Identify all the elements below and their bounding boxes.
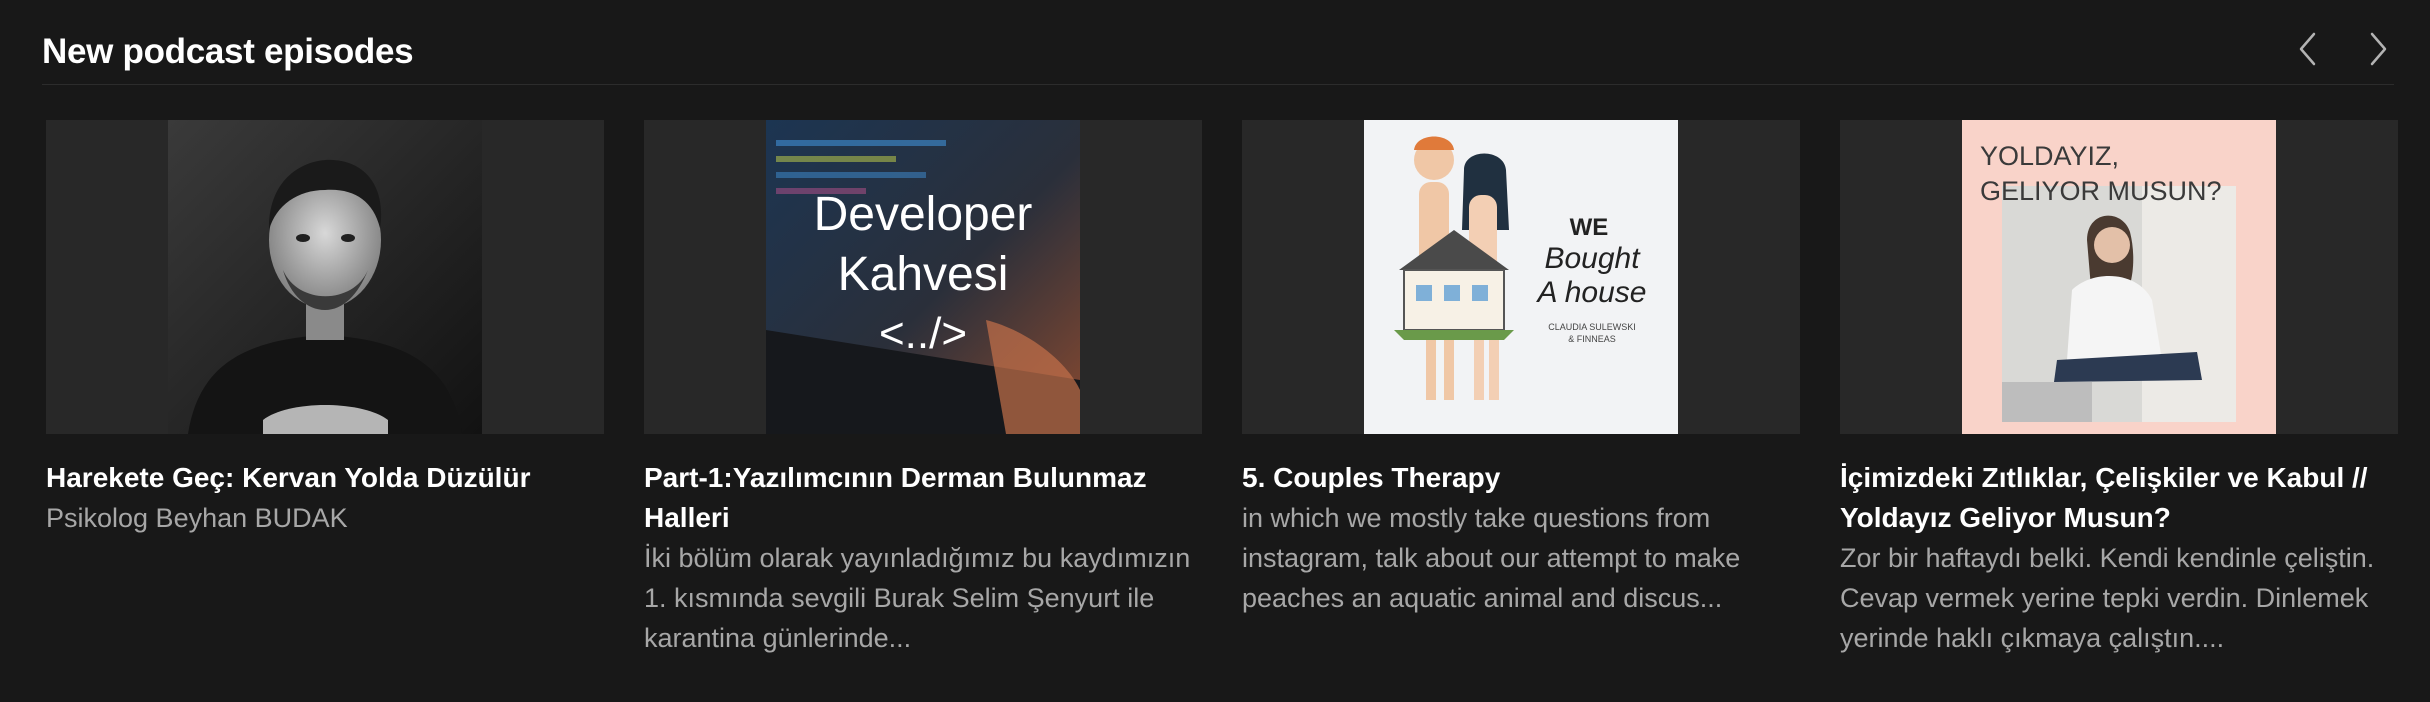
- episode-description: Zor bir haftaydı belki. Kendi kendinle ç…: [1840, 543, 2375, 653]
- artwork-title-line-2: Bought: [1544, 242, 1641, 275]
- episode-card[interactable]: YOLDAYIZ, GELIYOR MUSUN? İçimizdeki Zıtl…: [1840, 120, 2398, 680]
- portrait-photo-artwork: [168, 120, 482, 434]
- yoldayiz-artwork: YOLDAYIZ, GELIYOR MUSUN?: [1962, 120, 2276, 434]
- developer-kahvesi-artwork: Developer Kahvesi <../>: [766, 120, 1080, 434]
- artwork-title-line-2: Kahvesi: [838, 248, 1009, 301]
- artwork-title-line-2: GELIYOR MUSUN?: [1980, 176, 2222, 206]
- episode-artwork-frame[interactable]: [46, 120, 604, 434]
- artwork-title-line-1: WE: [1570, 214, 1609, 241]
- episode-title[interactable]: Part-1:Yazılımcının Derman Bulunmaz Hall…: [644, 458, 1202, 538]
- we-bought-a-house-artwork: WE Bought A house CLAUDIA SULEWSKI & FIN…: [1364, 120, 1678, 434]
- shelf-title[interactable]: New podcast episodes: [42, 32, 414, 72]
- episode-title[interactable]: Harekete Geç: Kervan Yolda Düzülür: [46, 458, 604, 498]
- artwork-title-line-1: Developer: [814, 188, 1033, 241]
- artwork-title-line-3: <../>: [879, 309, 967, 358]
- artwork-credit-line-2: & FINNEAS: [1568, 334, 1616, 344]
- episode-list: Harekete Geç: Kervan Yolda Düzülür Psiko…: [46, 120, 2398, 680]
- chevron-right-icon[interactable]: [2354, 26, 2400, 72]
- artwork-title-line-1: YOLDAYIZ,: [1980, 141, 2119, 171]
- artwork-credit-line-1: CLAUDIA SULEWSKI: [1548, 322, 1636, 332]
- episode-title[interactable]: İçimizdeki Zıtlıklar, Çelişkiler ve Kabu…: [1840, 458, 2398, 538]
- episode-description: in which we mostly take questions from i…: [1242, 503, 1741, 613]
- episode-description: Psikolog Beyhan BUDAK: [46, 503, 348, 533]
- episode-artwork-frame[interactable]: YOLDAYIZ, GELIYOR MUSUN?: [1840, 120, 2398, 434]
- episode-artwork-frame[interactable]: WE Bought A house CLAUDIA SULEWSKI & FIN…: [1242, 120, 1800, 434]
- episode-artwork-frame[interactable]: Developer Kahvesi <../>: [644, 120, 1202, 434]
- episode-card[interactable]: WE Bought A house CLAUDIA SULEWSKI & FIN…: [1242, 120, 1800, 680]
- episode-card[interactable]: Harekete Geç: Kervan Yolda Düzülür Psiko…: [46, 120, 604, 680]
- podcast-episodes-shelf: New podcast episodes Harekete Geç: Kerva…: [0, 0, 2430, 702]
- episode-description: İki bölüm olarak yayınladığımız bu kaydı…: [644, 543, 1191, 653]
- chevron-left-icon[interactable]: [2286, 26, 2332, 72]
- episode-card[interactable]: Developer Kahvesi <../> Part-1:Yazılımcı…: [644, 120, 1202, 680]
- episode-title[interactable]: 5. Couples Therapy: [1242, 458, 1800, 498]
- artwork-title-line-3: A house: [1536, 276, 1647, 309]
- shelf-header: New podcast episodes: [42, 26, 2394, 85]
